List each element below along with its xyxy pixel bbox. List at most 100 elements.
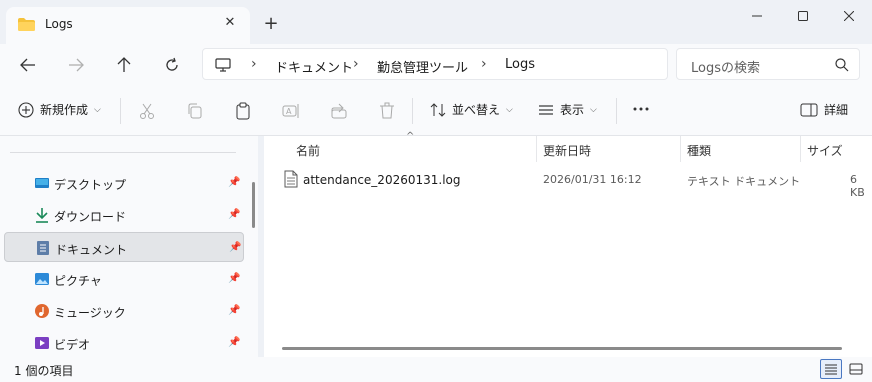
details-pane-button[interactable]: 詳細 xyxy=(800,101,848,118)
command-bar: 新規作成 ⌵ A 並べ替え ⌵ 表示 ⌵ 詳細 xyxy=(0,86,872,136)
close-tab-icon[interactable]: ✕ xyxy=(220,13,240,33)
arrow-up-icon xyxy=(117,57,131,72)
minimize-icon xyxy=(752,15,762,17)
details-view-button[interactable] xyxy=(820,359,842,379)
breadcrumb-documents[interactable]: ドキュメント xyxy=(275,57,353,76)
new-tab-button[interactable]: + xyxy=(260,13,282,35)
pin-icon[interactable]: 📌 xyxy=(228,305,240,316)
sort-button-label: 並べ替え xyxy=(452,103,501,117)
sidebar-item-label: ダウンロード xyxy=(54,210,127,224)
file-list: ^ 名前 更新日時 種類 サイズ attendance_20260131.log… xyxy=(264,131,872,357)
sidebar-item-desktop[interactable]: デスクトップ 📌 xyxy=(4,168,244,198)
pin-icon[interactable]: 📌 xyxy=(228,177,240,188)
up-button[interactable] xyxy=(108,50,140,80)
view-button-label: 表示 xyxy=(560,103,585,117)
sidebar-item-downloads[interactable]: ダウンロード 📌 xyxy=(4,200,244,230)
column-divider[interactable] xyxy=(536,136,537,162)
sidebar-item-label: ピクチャ xyxy=(54,274,102,288)
large-icons-view-icon xyxy=(849,363,863,375)
pin-icon[interactable]: 📌 xyxy=(228,337,240,348)
view-list-icon xyxy=(539,104,553,115)
sidebar-item-pictures[interactable]: ピクチャ 📌 xyxy=(4,264,244,294)
search-icon xyxy=(835,58,849,72)
sidebar-scrollbar[interactable] xyxy=(252,182,255,228)
divider xyxy=(120,98,121,124)
more-options-button[interactable] xyxy=(632,101,650,117)
refresh-icon xyxy=(166,57,178,71)
search-input[interactable]: Logsの検索 xyxy=(691,57,760,76)
svg-text:A: A xyxy=(286,107,292,116)
folder-icon xyxy=(18,18,35,31)
search-box[interactable]: Logsの検索 xyxy=(676,48,860,80)
item-count: 1 個の項目 xyxy=(14,364,74,378)
sidebar-item-music[interactable]: ミュージック 📌 xyxy=(4,296,244,326)
column-divider[interactable] xyxy=(800,136,801,162)
column-header-size[interactable]: サイズ xyxy=(807,142,843,159)
file-size: 6 KB xyxy=(850,173,865,199)
navigation-bar: › ドキュメント › 勤怠管理ツール › Logs Logsの検索 xyxy=(0,44,872,86)
divider xyxy=(616,98,617,124)
text-file-icon xyxy=(284,170,298,188)
paste-icon[interactable] xyxy=(234,102,252,120)
file-type: テキスト ドキュメント xyxy=(687,175,801,188)
chevron-down-icon: ⌵ xyxy=(94,104,101,115)
divider xyxy=(10,152,236,153)
chevron-down-icon: ⌵ xyxy=(590,104,597,115)
address-bar[interactable]: › ドキュメント › 勤怠管理ツール › Logs xyxy=(202,48,668,80)
download-icon xyxy=(36,208,48,223)
desktop-icon xyxy=(35,178,49,188)
breadcrumb-logs[interactable]: Logs xyxy=(505,57,535,72)
computer-icon xyxy=(215,58,231,72)
sidebar-item-label: ミュージック xyxy=(54,306,126,320)
column-header-type[interactable]: 種類 xyxy=(687,142,711,159)
forward-button[interactable] xyxy=(60,50,92,80)
sidebar-item-videos[interactable]: ビデオ 📌 xyxy=(4,328,244,358)
large-icons-view-button[interactable] xyxy=(845,359,867,379)
refresh-button[interactable] xyxy=(156,50,188,80)
details-view-icon xyxy=(825,364,837,375)
minimize-button[interactable] xyxy=(734,0,780,32)
arrow-left-icon xyxy=(20,58,35,72)
share-icon[interactable] xyxy=(330,102,348,120)
maximize-button[interactable] xyxy=(780,0,826,32)
status-bar: 1 個の項目 xyxy=(0,357,872,382)
view-button[interactable]: 表示 ⌵ xyxy=(538,101,597,118)
file-name[interactable]: attendance_20260131.log xyxy=(303,173,461,187)
maximize-icon xyxy=(798,11,808,21)
column-divider[interactable] xyxy=(680,136,681,162)
tab-title: Logs xyxy=(45,17,73,31)
delete-icon[interactable] xyxy=(378,102,396,120)
column-header-modified[interactable]: 更新日時 xyxy=(543,142,591,159)
new-button[interactable]: 新規作成 ⌵ xyxy=(18,101,101,118)
plus-circle-icon xyxy=(18,101,34,118)
navigation-pane: デスクトップ 📌 ダウンロード 📌 ドキュメント 📌 ピクチャ 📌 ミュージック… xyxy=(0,136,258,357)
rename-icon[interactable]: A xyxy=(282,102,300,120)
breadcrumb-attendance-tool[interactable]: 勤怠管理ツール xyxy=(377,57,468,76)
table-row[interactable]: attendance_20260131.log 2026/01/31 16:12… xyxy=(264,168,872,199)
close-icon xyxy=(844,11,854,21)
cut-icon[interactable] xyxy=(138,102,156,120)
divider xyxy=(412,98,413,124)
sort-button[interactable]: 並べ替え ⌵ xyxy=(430,101,513,118)
back-button[interactable] xyxy=(12,50,44,80)
file-modified: 2026/01/31 16:12 xyxy=(543,173,642,186)
close-window-button[interactable] xyxy=(826,0,872,32)
documents-icon xyxy=(37,241,49,255)
chevron-right-icon: › xyxy=(251,56,257,72)
sort-icon xyxy=(430,102,446,117)
details-pane-label: 詳細 xyxy=(824,103,849,117)
sidebar-item-label: ドキュメント xyxy=(55,243,128,257)
pin-icon[interactable]: 📌 xyxy=(229,242,241,253)
sidebar-item-documents[interactable]: ドキュメント 📌 xyxy=(4,232,244,262)
copy-icon[interactable] xyxy=(186,102,204,120)
horizontal-scrollbar[interactable] xyxy=(282,347,842,350)
tab-logs[interactable]: Logs ✕ xyxy=(6,7,250,44)
chevron-right-icon: › xyxy=(481,56,487,72)
arrow-right-icon xyxy=(69,58,84,72)
music-icon xyxy=(35,304,49,318)
column-header-name[interactable]: 名前 xyxy=(296,142,320,159)
sidebar-item-label: ビデオ xyxy=(54,338,91,352)
pin-icon[interactable]: 📌 xyxy=(228,209,240,220)
sidebar-item-label: デスクトップ xyxy=(54,178,127,192)
pin-icon[interactable]: 📌 xyxy=(228,273,240,284)
